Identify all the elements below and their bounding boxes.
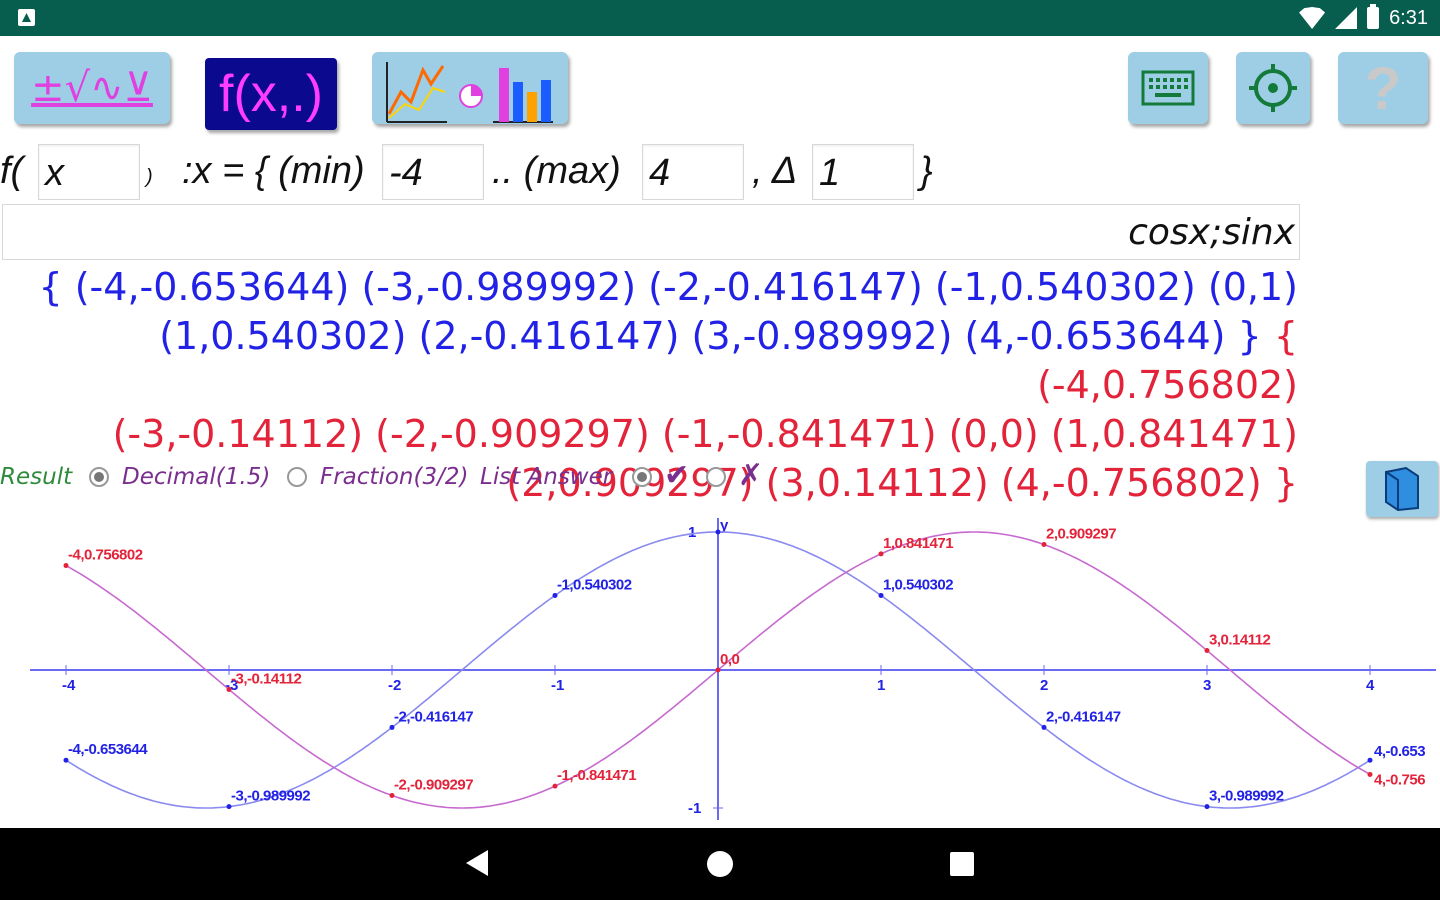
series-0-data-label: -3,-0.989992 bbox=[231, 788, 310, 805]
result-line-3: (-3,-0.14112) (-2,-0.909297) (-1,-0.8414… bbox=[0, 410, 1298, 459]
series-1-point bbox=[1041, 542, 1047, 548]
keyboard-icon bbox=[1141, 70, 1195, 106]
expression-input[interactable]: cosx;sinx bbox=[2, 204, 1300, 260]
series-1-data-label: 4,-0.756 bbox=[1374, 771, 1425, 788]
series-1-data-label: -4,0.756802 bbox=[68, 547, 143, 564]
status-bar: 6:31 bbox=[0, 0, 1440, 36]
close-paren: ) bbox=[146, 166, 153, 188]
series-1-point bbox=[552, 783, 558, 789]
wifi-icon bbox=[1299, 7, 1326, 29]
sin-results-part3: (2,0.909297) (3,0.14112) (4,-0.756802) } bbox=[506, 461, 1298, 505]
keyboard-button[interactable] bbox=[1128, 52, 1208, 124]
back-icon[interactable] bbox=[466, 850, 488, 876]
assign-text: :x = { (min) bbox=[182, 150, 365, 192]
fraction-label: Fraction(3/2) bbox=[320, 464, 469, 490]
max-field[interactable]: 4 bbox=[642, 144, 744, 200]
y-tick-label: -1 bbox=[688, 800, 701, 817]
series-0-data-label: -1,0.540302 bbox=[557, 576, 632, 593]
status-time: 6:31 bbox=[1389, 6, 1428, 29]
cos-results-part1: { (-4,-0.653644) (-3,-0.989992) (-2,-0.4… bbox=[38, 265, 1298, 309]
series-0-point bbox=[226, 804, 232, 810]
function-button[interactable]: f(x,.) bbox=[205, 58, 337, 130]
series-0-data-label: 1,0.540302 bbox=[883, 576, 953, 593]
range-row: f( x ) :x = { (min) -4 .. (max) 4 , Δ 1 … bbox=[0, 142, 1440, 202]
series-1-point bbox=[715, 667, 721, 673]
list-yes-radio[interactable] bbox=[632, 467, 652, 487]
series-0-point bbox=[1367, 757, 1373, 763]
fraction-radio[interactable] bbox=[287, 467, 307, 487]
series-1-point bbox=[63, 563, 69, 569]
series-1-point bbox=[226, 686, 232, 692]
folder-button[interactable] bbox=[1366, 461, 1438, 517]
series-0-point bbox=[1204, 804, 1210, 810]
cross-mark: ✗ bbox=[738, 458, 764, 493]
series-0-point bbox=[878, 592, 884, 598]
x-tick-label: 3 bbox=[1203, 677, 1211, 694]
x-tick-label: -4 bbox=[62, 677, 76, 694]
list-answer-label: List Answer bbox=[480, 464, 613, 490]
series-0-data-label: -4,-0.653644 bbox=[68, 741, 148, 758]
help-button[interactable]: ? bbox=[1338, 52, 1428, 124]
series-1-data-label: -3,-0.14112 bbox=[231, 670, 302, 687]
delta-field[interactable]: 1 bbox=[812, 144, 914, 200]
series-1-point bbox=[878, 551, 884, 557]
list-no-radio[interactable] bbox=[706, 467, 726, 487]
series-1-point bbox=[1204, 648, 1210, 654]
series-1-data-label: -1,-0.841471 bbox=[557, 767, 636, 784]
series-0-point bbox=[715, 529, 721, 535]
x-tick-label: 1 bbox=[877, 677, 885, 694]
series-1-data-label: 1,0.841471 bbox=[883, 535, 953, 552]
decimal-label: Decimal(1.5) bbox=[122, 464, 271, 490]
result-label: Result bbox=[0, 464, 73, 490]
settings-icon bbox=[1249, 64, 1297, 112]
series-0-data-label: 2,-0.416147 bbox=[1046, 708, 1121, 725]
series-0-data-label: 4,-0.653 bbox=[1374, 743, 1425, 760]
series-1-data-label: 2,0.909297 bbox=[1046, 526, 1116, 543]
notification-icon bbox=[18, 9, 35, 26]
min-field[interactable]: -4 bbox=[382, 144, 484, 200]
series-1-point bbox=[389, 792, 395, 798]
line-pie-bar-chart-icon bbox=[386, 62, 553, 123]
check-mark: ✔ bbox=[664, 458, 690, 493]
max-label: .. (max) bbox=[492, 150, 621, 192]
settings-button[interactable] bbox=[1236, 52, 1310, 124]
x-tick-label: 2 bbox=[1040, 677, 1048, 694]
y-tick-label: 1 bbox=[688, 524, 696, 541]
math-keys-button[interactable]: ±√∿⊻ bbox=[14, 52, 170, 124]
series-0-point bbox=[1041, 724, 1047, 730]
graph-button[interactable] bbox=[372, 52, 568, 124]
series-0-point bbox=[389, 724, 395, 730]
cos-results-part2: (1,0.540302) (2,-0.416147) (3,-0.989992)… bbox=[159, 314, 1262, 358]
signal-icon bbox=[1335, 7, 1358, 29]
x-tick-label: -1 bbox=[551, 677, 564, 694]
series-1-data-label: -2,-0.909297 bbox=[394, 776, 473, 793]
recent-apps-icon[interactable] bbox=[950, 852, 974, 876]
x-tick-label: 4 bbox=[1366, 677, 1375, 694]
series-1-point bbox=[1367, 771, 1373, 777]
graph-chart[interactable]: -4 -3 -2 -1 1 2 3 41-1y -4,-0.653644-3,-0.98999… bbox=[0, 510, 1440, 830]
result-line-2: (1,0.540302) (2,-0.416147) (3,-0.989992)… bbox=[0, 312, 1298, 410]
f-prefix: f( bbox=[0, 150, 24, 192]
result-line-1: { (-4,-0.653644) (-3,-0.989992) (-2,-0.4… bbox=[0, 263, 1298, 312]
battery-icon bbox=[1367, 4, 1380, 29]
navigation-bar bbox=[0, 828, 1440, 900]
status-right: 6:31 bbox=[1299, 4, 1428, 30]
variable-field[interactable]: x bbox=[38, 144, 140, 200]
series-0-data-label: -2,-0.416147 bbox=[394, 708, 473, 725]
home-icon[interactable] bbox=[707, 851, 733, 877]
x-tick-label: -2 bbox=[388, 677, 401, 694]
decimal-radio[interactable] bbox=[89, 467, 109, 487]
series-1-data-label: 3,0.14112 bbox=[1209, 632, 1271, 649]
delta-label: , Δ bbox=[752, 150, 798, 192]
series-0-point bbox=[552, 592, 558, 598]
series-0-data-label: 3,-0.989992 bbox=[1209, 788, 1284, 805]
series-0-point bbox=[63, 757, 69, 763]
close-brace: } bbox=[920, 150, 933, 192]
sin-results-part2: (-3,-0.14112) (-2,-0.909297) (-1,-0.8414… bbox=[112, 412, 1298, 456]
folder-icon bbox=[1385, 466, 1419, 512]
series-1-data-label: 0,0 bbox=[720, 651, 740, 668]
